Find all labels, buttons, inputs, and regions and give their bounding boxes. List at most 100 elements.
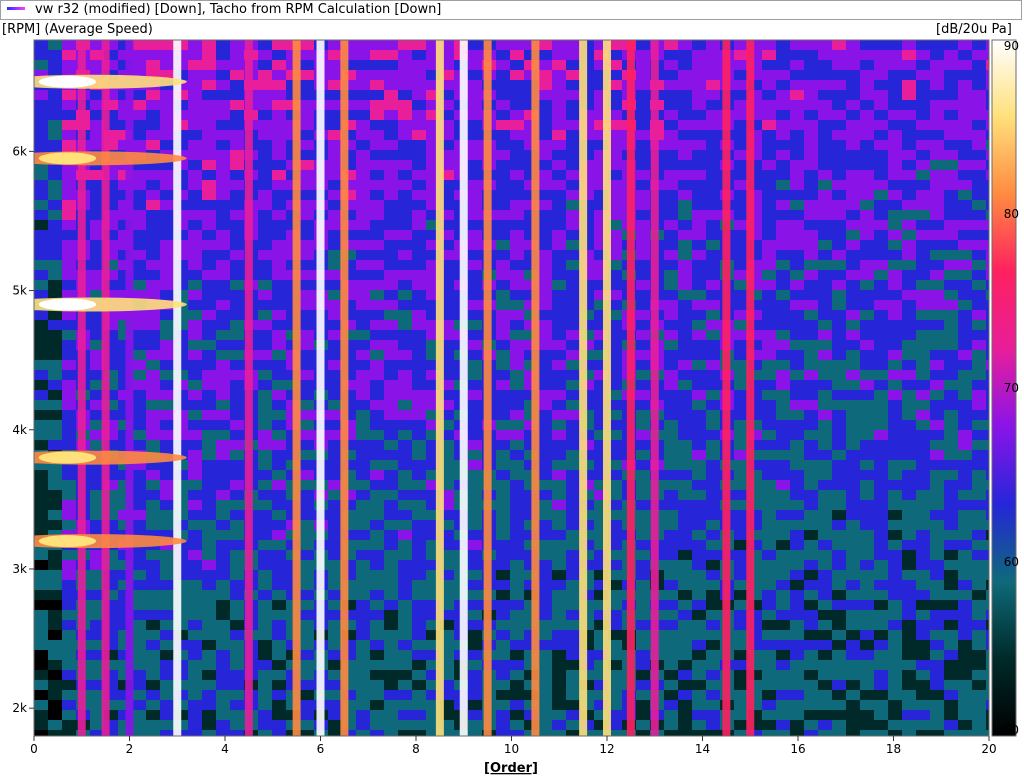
- heatmap-cell: [202, 470, 216, 480]
- heatmap-cell: [958, 170, 972, 180]
- heatmap-cell: [300, 680, 314, 690]
- heatmap-cell: [202, 630, 216, 640]
- heatmap-cell: [216, 680, 230, 690]
- heatmap-cell: [384, 240, 398, 250]
- heatmap-cell: [958, 340, 972, 350]
- heatmap-cell: [944, 580, 958, 590]
- heatmap-cell: [468, 390, 482, 400]
- heatmap-cell: [846, 60, 860, 70]
- heatmap-cell: [916, 640, 930, 650]
- heatmap-cell: [916, 220, 930, 230]
- heatmap-cell: [846, 100, 860, 110]
- heatmap-cell: [818, 270, 832, 280]
- heatmap-cell: [510, 500, 524, 510]
- heatmap-cell: [230, 250, 244, 260]
- heatmap-cell: [468, 120, 482, 130]
- heatmap-cell: [804, 330, 818, 340]
- heatmap-cell: [188, 670, 202, 680]
- heatmap-cell: [216, 590, 230, 600]
- heatmap-cell: [762, 460, 776, 470]
- heatmap-cell: [776, 730, 790, 736]
- heatmap-cell: [874, 440, 888, 450]
- heatmap-cell: [692, 280, 706, 290]
- heatmap-cell: [566, 690, 580, 700]
- heatmap-cell: [888, 490, 902, 500]
- heatmap-cell: [902, 140, 916, 150]
- heatmap-cell: [762, 410, 776, 420]
- heatmap-cell: [860, 570, 874, 580]
- heatmap-cell: [356, 440, 370, 450]
- heatmap-cell: [328, 490, 342, 500]
- heatmap-cell: [230, 110, 244, 120]
- heatmap-cell: [468, 290, 482, 300]
- heatmap-cell: [874, 650, 888, 660]
- heatmap-cell: [958, 60, 972, 70]
- heatmap-cell: [272, 290, 286, 300]
- resonance-peak-core: [38, 298, 97, 311]
- heatmap-cell: [804, 350, 818, 360]
- heatmap-cell: [874, 120, 888, 130]
- heatmap-cell: [860, 360, 874, 370]
- heatmap-cell: [188, 330, 202, 340]
- heatmap-cell: [62, 640, 76, 650]
- heatmap-cell: [734, 300, 748, 310]
- heatmap-cell: [776, 450, 790, 460]
- heatmap-cell: [916, 200, 930, 210]
- heatmap-cell: [538, 710, 552, 720]
- heatmap-cell: [790, 260, 804, 270]
- heatmap-cell: [916, 270, 930, 280]
- heatmap-cell: [398, 490, 412, 500]
- heatmap-cell: [370, 130, 384, 140]
- heatmap-cell: [790, 330, 804, 340]
- heatmap-cell: [664, 510, 678, 520]
- heatmap-cell: [258, 350, 272, 360]
- heatmap-cell: [48, 140, 62, 150]
- heatmap-cell: [510, 470, 524, 480]
- heatmap-cell: [692, 70, 706, 80]
- heatmap-cell: [62, 280, 76, 290]
- heatmap-cell: [216, 190, 230, 200]
- heatmap-cell: [930, 100, 944, 110]
- heatmap-cell: [958, 240, 972, 250]
- heatmap-cell: [188, 720, 202, 730]
- heatmap-cell: [552, 50, 566, 60]
- heatmap-cell: [48, 720, 62, 730]
- heatmap-cell: [916, 570, 930, 580]
- heatmap-cell: [188, 370, 202, 380]
- heatmap-cell: [888, 530, 902, 540]
- heatmap-cell: [762, 580, 776, 590]
- heatmap-cell: [832, 110, 846, 120]
- heatmap-cell: [538, 480, 552, 490]
- heatmap-cell: [188, 320, 202, 330]
- heatmap-cell: [972, 240, 986, 250]
- heatmap-cell: [412, 280, 426, 290]
- heatmap-cell: [356, 350, 370, 360]
- heatmap-cell: [356, 470, 370, 480]
- heatmap-cell: [958, 330, 972, 340]
- heatmap-cell: [972, 220, 986, 230]
- heatmap-cell: [384, 640, 398, 650]
- heatmap-cell: [916, 280, 930, 290]
- heatmap-cell: [188, 600, 202, 610]
- heatmap-cell: [188, 310, 202, 320]
- heatmap-cell: [902, 730, 916, 736]
- heatmap-cell: [230, 670, 244, 680]
- heatmap-cell: [538, 600, 552, 610]
- heatmap-cell: [734, 610, 748, 620]
- heatmap-cell: [538, 220, 552, 230]
- heatmap-cell: [48, 310, 62, 320]
- heatmap-cell: [468, 160, 482, 170]
- heatmap-cell: [300, 250, 314, 260]
- heatmap-cell: [356, 50, 370, 60]
- heatmap-cell: [566, 340, 580, 350]
- heatmap-cell: [48, 370, 62, 380]
- heatmap-cell: [552, 510, 566, 520]
- heatmap-cell: [762, 160, 776, 170]
- heatmap-cell: [510, 520, 524, 530]
- heatmap-cell: [48, 620, 62, 630]
- heatmap-cell: [566, 600, 580, 610]
- heatmap-cell: [846, 330, 860, 340]
- heatmap-cell: [356, 260, 370, 270]
- order-line: [292, 40, 301, 736]
- heatmap-cell: [678, 40, 692, 50]
